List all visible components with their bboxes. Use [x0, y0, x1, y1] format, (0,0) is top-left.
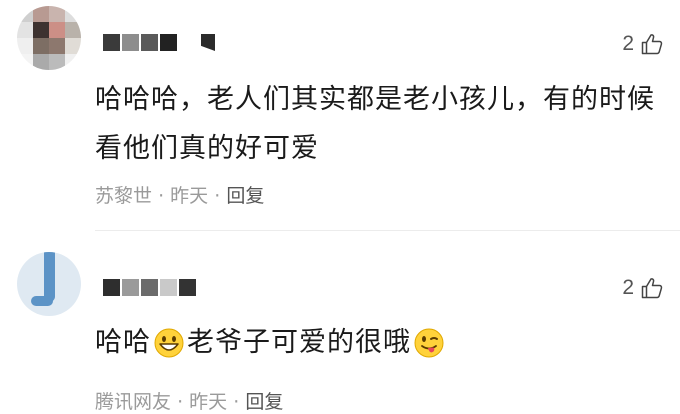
timestamp: 昨天: [170, 185, 209, 207]
grinning-face-emoji: [154, 328, 184, 357]
avatar[interactable]: [17, 252, 81, 316]
timestamp: 昨天: [189, 391, 228, 413]
author-name[interactable]: 苏黎世: [95, 185, 152, 207]
divider: [95, 230, 680, 231]
like-control[interactable]: 2: [622, 32, 664, 56]
like-count: 2: [622, 32, 634, 55]
meta-separator: ·: [158, 185, 165, 207]
comment-text-part: 哈哈: [95, 327, 151, 358]
comment-item: 2 哈哈 老爷子可爱的很哦 腾讯网友 · 昨天 · 回复: [0, 236, 680, 413]
meta-separator: ·: [233, 391, 240, 413]
comment-meta: 腾讯网友 · 昨天 · 回复: [95, 387, 283, 414]
username-obscured[interactable]: [103, 34, 215, 51]
reply-button[interactable]: 回复: [226, 185, 264, 207]
thumbs-up-icon[interactable]: [640, 32, 664, 56]
comment-text-part: 老爷子可爱的很哦: [187, 327, 411, 358]
comment-text: 哈哈 老爷子可爱的很哦: [95, 318, 664, 367]
comment-item: 2 哈哈哈，老人们其实都是老小孩儿，有的时候看他们真的好可爱 苏黎世 · 昨天 …: [0, 0, 680, 226]
username-obscured[interactable]: [103, 279, 196, 296]
avatar[interactable]: [17, 6, 81, 70]
winking-tongue-emoji: [414, 328, 444, 357]
like-count: 2: [622, 276, 634, 299]
comment-text: 哈哈哈，老人们其实都是老小孩儿，有的时候看他们真的好可爱: [95, 84, 655, 164]
meta-separator: ·: [177, 391, 184, 413]
reply-button[interactable]: 回复: [245, 391, 283, 413]
author-name[interactable]: 腾讯网友: [95, 391, 171, 413]
thumbs-up-icon[interactable]: [640, 276, 664, 300]
meta-separator: ·: [214, 185, 221, 207]
avatar-image: [17, 6, 81, 70]
comment-meta: 苏黎世 · 昨天 · 回复: [95, 181, 264, 208]
like-control[interactable]: 2: [622, 276, 664, 300]
